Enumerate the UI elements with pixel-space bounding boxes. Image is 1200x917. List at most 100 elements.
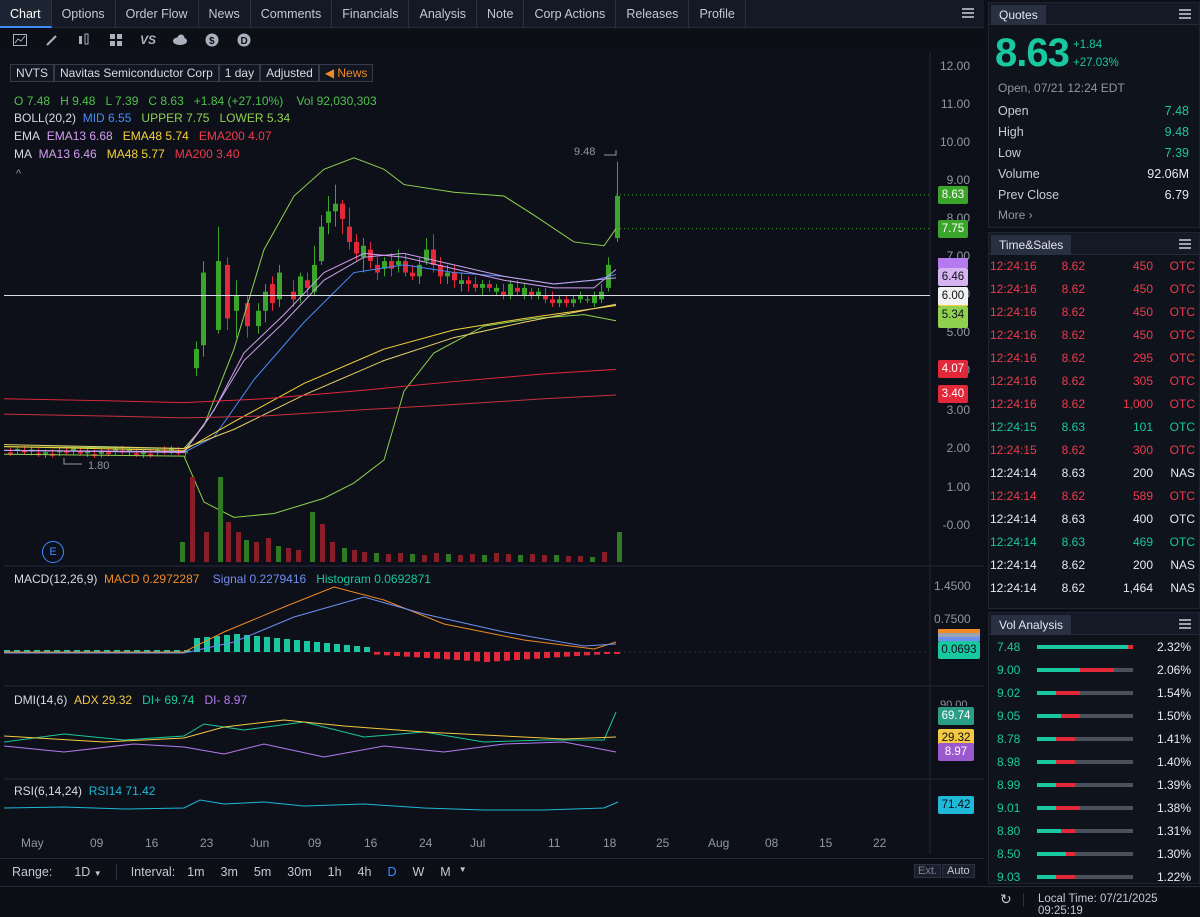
- time-sales-list[interactable]: 12:24:16 8.62 450 OTC 12:24:16 8.62 450 OTC 12:2…: [989, 255, 1199, 600]
- vol-analysis-tab[interactable]: Vol Analysis: [991, 615, 1072, 635]
- macd-histogram-bar: [514, 652, 520, 660]
- time-sales-menu-icon[interactable]: [1179, 239, 1191, 249]
- volume-value: 92,030,303: [316, 94, 377, 108]
- main-chart[interactable]: [4, 52, 984, 854]
- rsi-name[interactable]: RSI(6,14,24): [14, 784, 82, 798]
- interval-1h[interactable]: 1h: [320, 865, 350, 879]
- trade-exchange: OTC: [1169, 443, 1195, 457]
- refresh-icon[interactable]: ↻: [1000, 891, 1012, 908]
- volume-bar: [254, 542, 259, 562]
- vol-analysis-list: 7.48 2.32% 9.00 2.06% 9.02 1.54% 9.05 1.50% 8.78…: [989, 635, 1199, 884]
- boll-legend: BOLL(20,2) MID 6.55 UPPER 7.75 LOWER 5.3…: [14, 111, 290, 125]
- trade-time: 12:24:16: [990, 305, 1037, 319]
- trade-price: 8.63: [1061, 512, 1085, 526]
- volume-bar: [204, 532, 209, 562]
- vol-bar: [1037, 644, 1133, 649]
- candle-body: [466, 280, 471, 285]
- tab-profile[interactable]: Profile: [689, 0, 746, 28]
- interval-4h[interactable]: 4h: [350, 865, 380, 879]
- compare-icon[interactable]: VS: [138, 30, 158, 50]
- auto-scale-button[interactable]: Auto: [942, 864, 975, 878]
- ma48: MA48 5.77: [106, 147, 165, 161]
- interval-D[interactable]: D: [379, 865, 404, 879]
- rsi-label: 71.42: [938, 796, 974, 814]
- more-link[interactable]: More ›: [989, 206, 1199, 224]
- trade-price: 8.63: [1061, 420, 1085, 434]
- tab-comments[interactable]: Comments: [251, 0, 333, 28]
- tab-note[interactable]: Note: [477, 0, 525, 28]
- interval-W[interactable]: W: [404, 865, 432, 879]
- vol-bar: [1037, 759, 1133, 764]
- collapse-caret-icon[interactable]: ^: [16, 168, 21, 180]
- tab-news[interactable]: News: [199, 0, 251, 28]
- dollar-icon[interactable]: $: [202, 30, 222, 50]
- volume-bar: [386, 554, 391, 562]
- tab-analysis[interactable]: Analysis: [409, 0, 478, 28]
- tabs-menu-icon[interactable]: [960, 8, 974, 20]
- dmi-name[interactable]: DMI(14,6): [14, 693, 67, 707]
- boll-name[interactable]: BOLL(20,2): [14, 111, 76, 125]
- adjusted-pill[interactable]: Adjusted: [260, 64, 319, 82]
- ma-name[interactable]: MA: [14, 147, 32, 161]
- tab-options[interactable]: Options: [52, 0, 116, 28]
- pen-icon[interactable]: [42, 30, 62, 50]
- macd-histogram-bar: [344, 645, 350, 652]
- volume-bar: [362, 552, 367, 562]
- symbol[interactable]: NVTS: [10, 64, 55, 82]
- low-value: 7.39: [115, 94, 139, 108]
- quotes-menu-icon[interactable]: [1179, 9, 1191, 19]
- vol-row: 9.01 1.38%: [989, 796, 1199, 819]
- trade-size: 200: [1132, 558, 1153, 572]
- interval-30m[interactable]: 30m: [279, 865, 319, 879]
- candles-icon[interactable]: [74, 30, 94, 50]
- ema-name[interactable]: EMA: [14, 129, 40, 143]
- macd-histogram-bar: [534, 652, 540, 659]
- time-sales-tab[interactable]: Time&Sales: [991, 235, 1072, 255]
- trade-time: 12:24:14: [990, 558, 1037, 572]
- trade-size: 300: [1132, 443, 1153, 457]
- trade-time: 12:24:14: [990, 581, 1037, 595]
- tab-releases[interactable]: Releases: [616, 0, 690, 28]
- tab-financials[interactable]: Financials: [332, 0, 410, 28]
- svg-text:D: D: [241, 36, 248, 47]
- high-marker-line: [604, 150, 617, 156]
- divider: [115, 863, 117, 880]
- trade-row: 12:24:16 8.62 450 OTC: [989, 324, 1199, 347]
- interval-1m[interactable]: 1m: [179, 865, 212, 879]
- candle-body: [361, 245, 366, 258]
- grid-icon[interactable]: [106, 30, 126, 50]
- line-chart-icon[interactable]: [10, 30, 30, 50]
- interval-3m[interactable]: 3m: [213, 865, 246, 879]
- tab-corp-actions[interactable]: Corp Actions: [524, 0, 617, 28]
- ema200-label: 4.07: [938, 360, 968, 378]
- cloud-icon[interactable]: [170, 30, 190, 50]
- dividend-icon[interactable]: D: [234, 30, 254, 50]
- macd-name[interactable]: MACD(12,26,9): [14, 572, 97, 586]
- tab-chart[interactable]: Chart: [0, 0, 52, 28]
- earnings-marker[interactable]: E: [42, 541, 64, 563]
- interval-pill[interactable]: 1 day: [218, 64, 261, 82]
- vol-label: Vol: [296, 94, 314, 108]
- vol-pct: 1.50%: [1156, 708, 1191, 723]
- trade-size: 400: [1132, 512, 1153, 526]
- tab-order-flow[interactable]: Order Flow: [116, 0, 199, 28]
- caret-down-icon[interactable]: ▼: [459, 865, 475, 879]
- trade-row: 12:24:16 8.62 450 OTC: [989, 278, 1199, 301]
- interval-M[interactable]: M: [432, 865, 458, 879]
- quote-stats: Open 7.48 High 9.48 Low 7.39 Volume 92.06M Prev …: [989, 101, 1199, 206]
- quotes-tab[interactable]: Quotes: [991, 5, 1046, 25]
- dmi-axis-top: 90.00: [940, 700, 968, 706]
- range-select[interactable]: 1D ▼: [60, 865, 109, 879]
- vol-analysis-menu-icon[interactable]: [1179, 619, 1191, 629]
- candle-body: [431, 249, 436, 265]
- date-tick: 23: [200, 836, 214, 850]
- vol-buy-bar: [1037, 690, 1057, 695]
- boll-upper: UPPER 7.75: [141, 111, 210, 125]
- trade-row: 12:24:14 8.63 400 OTC: [989, 508, 1199, 531]
- news-pill[interactable]: ◀ News: [318, 64, 374, 82]
- extended-hours-button[interactable]: Ext.: [914, 864, 941, 878]
- interval-5m[interactable]: 5m: [246, 865, 279, 879]
- drawing-toolbar: VS $ D: [0, 28, 984, 52]
- quote-label: Open: [998, 104, 1029, 118]
- vol-sell-bar: [1061, 713, 1081, 718]
